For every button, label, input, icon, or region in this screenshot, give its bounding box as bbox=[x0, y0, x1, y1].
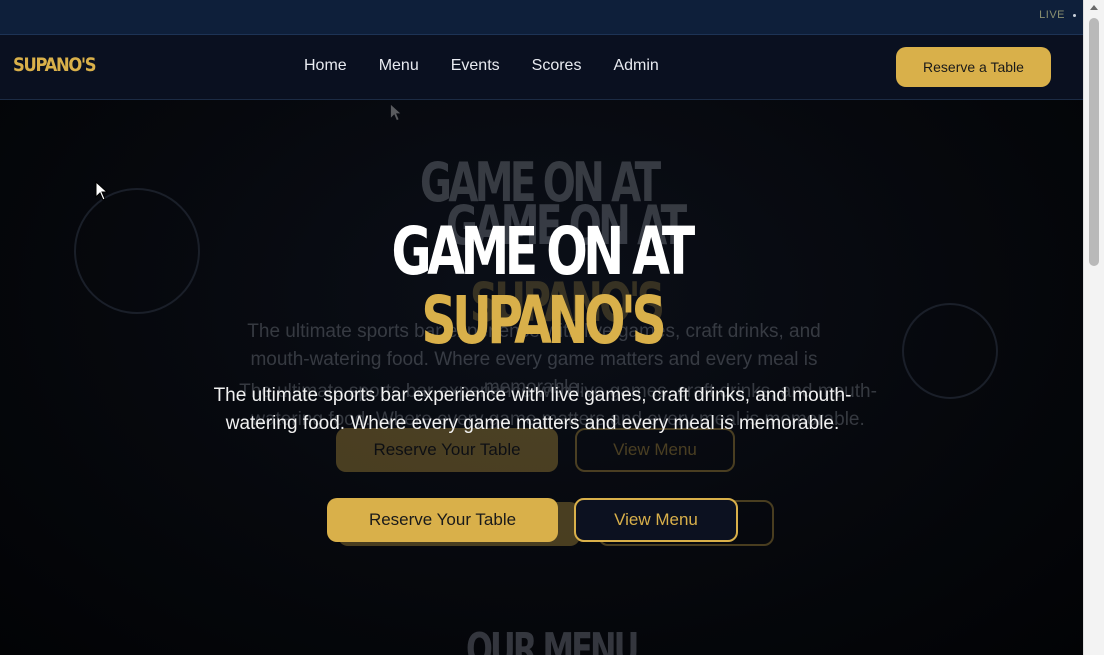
hero-title-line1: GAME ON AT bbox=[391, 213, 696, 290]
nav-link-scores[interactable]: Scores bbox=[532, 57, 582, 75]
hero-subtitle: The ultimate sports bar experience with … bbox=[213, 385, 852, 434]
nav-link-events[interactable]: Events bbox=[451, 57, 500, 75]
view-menu-button[interactable]: View Menu bbox=[574, 498, 738, 542]
main-navbar: SUPANO'S Home Menu Events Scores Admin R… bbox=[0, 35, 1083, 100]
nav-links: Home Menu Events Scores Admin bbox=[304, 57, 659, 75]
vertical-scrollbar[interactable] bbox=[1083, 0, 1104, 655]
reserve-table-button[interactable]: Reserve a Table bbox=[896, 47, 1051, 87]
scrollbar-thumb[interactable] bbox=[1089, 18, 1099, 266]
nav-link-menu[interactable]: Menu bbox=[379, 57, 419, 75]
top-status-bar: LIVE bbox=[0, 0, 1083, 35]
reserve-your-table-button[interactable]: Reserve Your Table bbox=[327, 498, 558, 542]
hero-title-line2: SUPANO'S bbox=[421, 282, 666, 359]
mouse-cursor-icon bbox=[95, 181, 109, 201]
nav-link-admin[interactable]: Admin bbox=[613, 57, 658, 75]
page-viewport: LIVE SUPANO'S Home Menu Events Scores Ad… bbox=[0, 0, 1083, 655]
our-menu-heading: OUR MENU bbox=[466, 624, 639, 655]
live-indicator: LIVE bbox=[1039, 9, 1065, 21]
site-logo[interactable]: SUPANO'S bbox=[13, 54, 96, 76]
scroll-up-arrow-icon[interactable] bbox=[1090, 5, 1098, 10]
live-dot-icon bbox=[1073, 14, 1076, 17]
nav-link-home[interactable]: Home bbox=[304, 57, 347, 75]
mouse-cursor-ghost-icon bbox=[390, 104, 401, 121]
